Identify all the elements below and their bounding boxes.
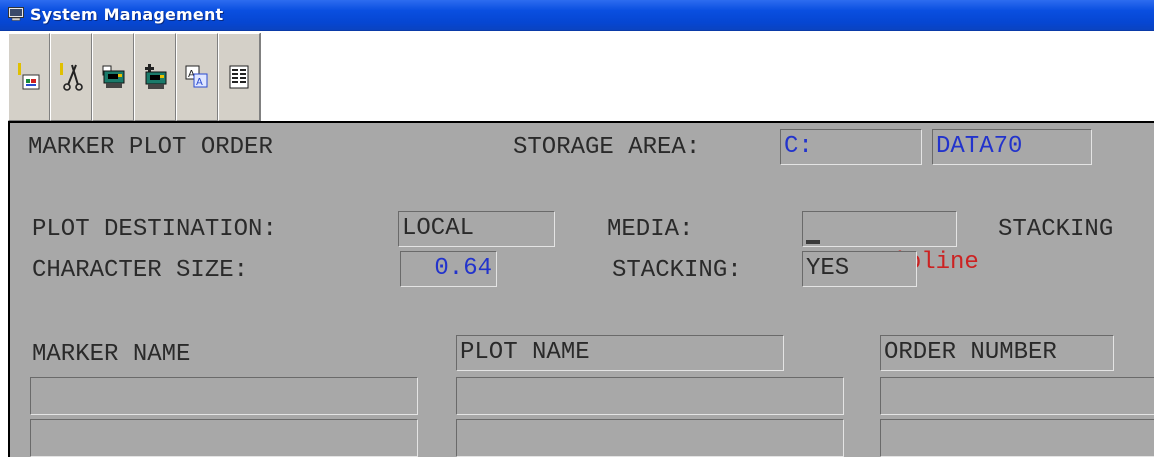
- list-button[interactable]: [218, 33, 260, 121]
- form-heading: MARKER PLOT ORDER: [28, 134, 273, 161]
- row2-marker-name-field[interactable]: [30, 419, 418, 457]
- plot-send-button[interactable]: [92, 33, 134, 121]
- marker-plot-order-form: MARKER PLOT ORDER STORAGE AREA: C: DATA7…: [8, 123, 1154, 457]
- text-caret: [806, 240, 820, 244]
- media-label: MEDIA:: [607, 216, 694, 243]
- storage-drive-field[interactable]: C:: [780, 129, 922, 165]
- plotter-queue-icon: [145, 64, 167, 89]
- plot-destination-field[interactable]: LOCAL: [398, 211, 555, 247]
- list-columns-icon: [229, 65, 249, 89]
- new-form-button[interactable]: [8, 33, 50, 121]
- stacking-right-label: STACKING: [998, 216, 1114, 243]
- row2-plot-name-field[interactable]: [456, 419, 844, 457]
- font-button[interactable]: A A: [176, 33, 218, 121]
- plot-destination-label: PLOT DESTINATION:: [32, 216, 277, 243]
- cut-button[interactable]: [50, 33, 92, 121]
- storage-area-label: STORAGE AREA:: [513, 134, 701, 161]
- row1-marker-name-field[interactable]: [30, 377, 418, 415]
- system-management-window: System Management A A MARKER PLOT ORDER …: [0, 0, 1154, 457]
- stacking-label: STACKING:: [612, 257, 742, 284]
- row1-plot-name-field[interactable]: [456, 377, 844, 415]
- text-font-icon: A A: [185, 65, 208, 88]
- row1-order-number-field[interactable]: [880, 377, 1154, 415]
- toolbar-buttons: A A: [8, 33, 261, 121]
- row2-order-number-field[interactable]: [880, 419, 1154, 457]
- scissors-cut-icon: [60, 63, 83, 91]
- title-bar[interactable]: System Management: [0, 0, 1154, 31]
- new-form-icon: [18, 63, 40, 90]
- character-size-label: CHARACTER SIZE:: [32, 257, 249, 284]
- media-field[interactable]: ioline: [802, 211, 979, 276]
- stacking-field[interactable]: YES: [802, 251, 917, 287]
- character-size-field[interactable]: 0.64: [400, 251, 497, 287]
- storage-folder-field[interactable]: DATA70: [932, 129, 1092, 165]
- plot-queue-button[interactable]: [134, 33, 176, 121]
- order-number-header: ORDER NUMBER: [880, 335, 1114, 371]
- plotter-send-icon: [102, 65, 125, 88]
- toolbar: A A: [8, 33, 1154, 123]
- window-title: System Management: [30, 5, 224, 24]
- svg-text:A: A: [196, 77, 203, 88]
- plot-name-header: PLOT NAME: [456, 335, 784, 371]
- terminal-window-icon: [8, 7, 24, 21]
- marker-name-header: MARKER NAME: [32, 341, 191, 368]
